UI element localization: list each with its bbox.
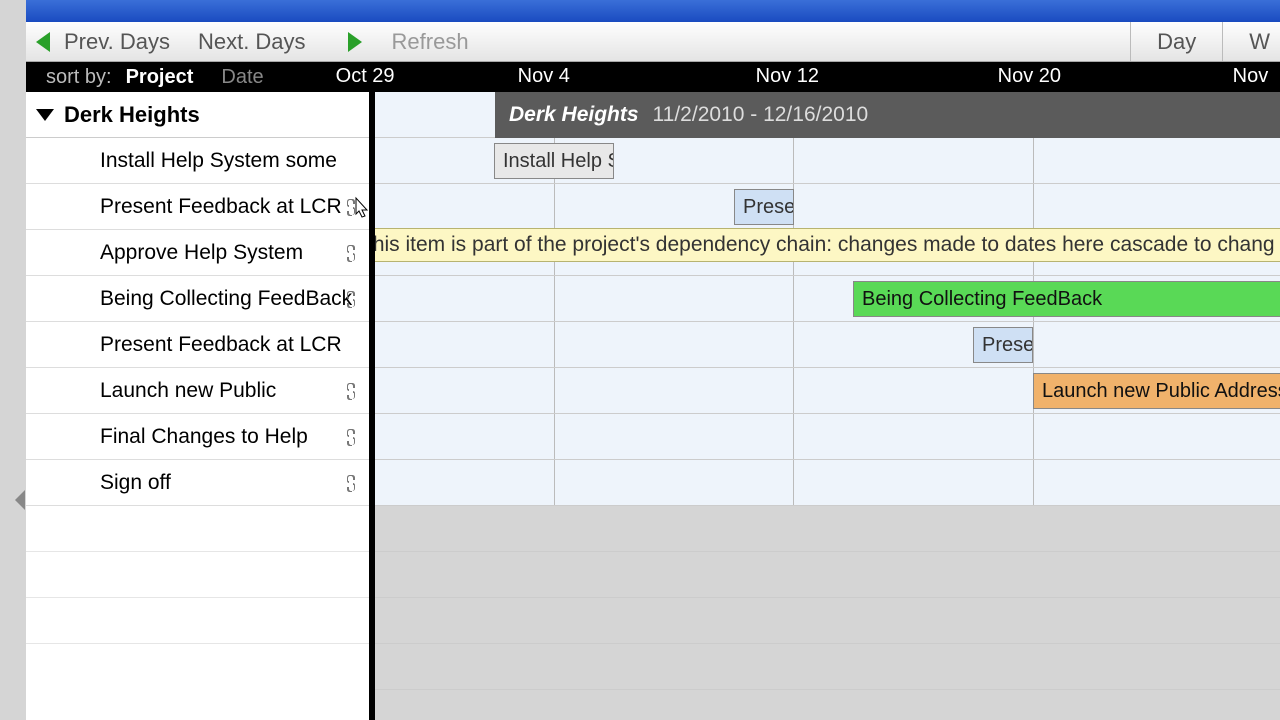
sort-by-label: sort by: (26, 66, 112, 89)
gantt-task-bar[interactable]: Prese (734, 189, 794, 225)
dependency-link-icon[interactable] (345, 196, 359, 218)
gantt-row (375, 414, 1280, 460)
next-days-button[interactable]: Next. Days (198, 29, 306, 55)
gantt-row: Launch new Public Address S (375, 368, 1280, 414)
left-panel-collapse-handle[interactable] (15, 490, 25, 510)
task-row[interactable]: Install Help System some (26, 138, 369, 184)
gantt-row (375, 230, 1280, 276)
date-scale: Oct 29 Nov 4 Nov 12 Nov 20 Nov (278, 62, 1280, 92)
next-days-arrow-icon[interactable] (348, 32, 362, 52)
gantt-row: Derk Heights 11/2/2010 - 12/16/2010 (375, 92, 1280, 138)
date-tick: Nov (1233, 65, 1269, 88)
project-bar-dates: 11/2/2010 - 12/16/2010 (653, 103, 869, 127)
task-label: Approve Help System (100, 241, 303, 265)
prev-days-arrow-icon[interactable] (36, 32, 50, 52)
disclosure-triangle-icon[interactable] (36, 109, 54, 121)
gantt-row (375, 644, 1280, 690)
view-week-button[interactable]: W (1222, 22, 1270, 61)
date-tick: Nov 4 (518, 65, 570, 88)
app-window: Prev. Days Next. Days Refresh Day W sort… (26, 0, 1280, 720)
empty-area (26, 506, 369, 644)
dependency-link-icon[interactable] (345, 426, 359, 448)
window-titlebar (26, 0, 1280, 22)
gantt-panel[interactable]: Derk Heights 11/2/2010 - 12/16/2010 Inst… (375, 92, 1280, 720)
task-row[interactable]: Launch new Public (26, 368, 369, 414)
project-row[interactable]: Derk Heights (26, 92, 369, 138)
task-label: Launch new Public (100, 379, 276, 403)
date-tick: Nov 12 (756, 65, 819, 88)
project-summary-bar[interactable]: Derk Heights 11/2/2010 - 12/16/2010 (495, 92, 1280, 138)
gantt-task-bar[interactable]: Being Collecting FeedBack (853, 281, 1280, 317)
task-label: Install Help System some (100, 149, 337, 173)
task-row[interactable]: Final Changes to Help (26, 414, 369, 460)
gantt-row: Install Help S (375, 138, 1280, 184)
gantt-row: Prese (375, 322, 1280, 368)
toolbar: Prev. Days Next. Days Refresh Day W (26, 22, 1280, 62)
timeline-header: sort by: Project Date Oct 29 Nov 4 Nov 1… (26, 62, 1280, 92)
date-tick: Nov 20 (998, 65, 1061, 88)
project-bar-name: Derk Heights (509, 103, 639, 127)
sort-date-option[interactable]: Date (207, 66, 277, 89)
view-day-button[interactable]: Day (1130, 22, 1222, 61)
prev-days-button[interactable]: Prev. Days (64, 29, 170, 55)
dependency-link-icon[interactable] (345, 288, 359, 310)
task-label: Sign off (100, 471, 171, 495)
dependency-link-icon[interactable] (345, 380, 359, 402)
dependency-link-icon[interactable] (345, 472, 359, 494)
task-row[interactable]: Sign off (26, 460, 369, 506)
gantt-task-bar[interactable]: Prese (973, 327, 1033, 363)
gantt-row: Being Collecting FeedBack (375, 276, 1280, 322)
task-label: Being Collecting FeedBack (100, 287, 352, 311)
gantt-row: Prese (375, 184, 1280, 230)
gantt-row (375, 552, 1280, 598)
refresh-button[interactable]: Refresh (392, 29, 469, 55)
gantt-row (375, 598, 1280, 644)
sort-project-option[interactable]: Project (112, 66, 208, 89)
gantt-task-bar[interactable]: Launch new Public Address S (1033, 373, 1280, 409)
task-row[interactable]: Present Feedback at LCR (26, 322, 369, 368)
task-row[interactable]: Being Collecting FeedBack (26, 276, 369, 322)
gantt-task-bar[interactable]: Install Help S (494, 143, 614, 179)
gantt-row (375, 506, 1280, 552)
task-row[interactable]: Present Feedback at LCR (26, 184, 369, 230)
project-name: Derk Heights (64, 102, 200, 128)
task-label: Present Feedback at LCR (100, 333, 342, 357)
task-label: Final Changes to Help (100, 425, 308, 449)
gantt-row (375, 460, 1280, 506)
task-row[interactable]: Approve Help System (26, 230, 369, 276)
dependency-link-icon[interactable] (345, 242, 359, 264)
date-tick: Oct 29 (336, 65, 395, 88)
task-label: Present Feedback at LCR (100, 195, 342, 219)
task-list-panel: Derk Heights Install Help System some Pr… (26, 92, 375, 720)
